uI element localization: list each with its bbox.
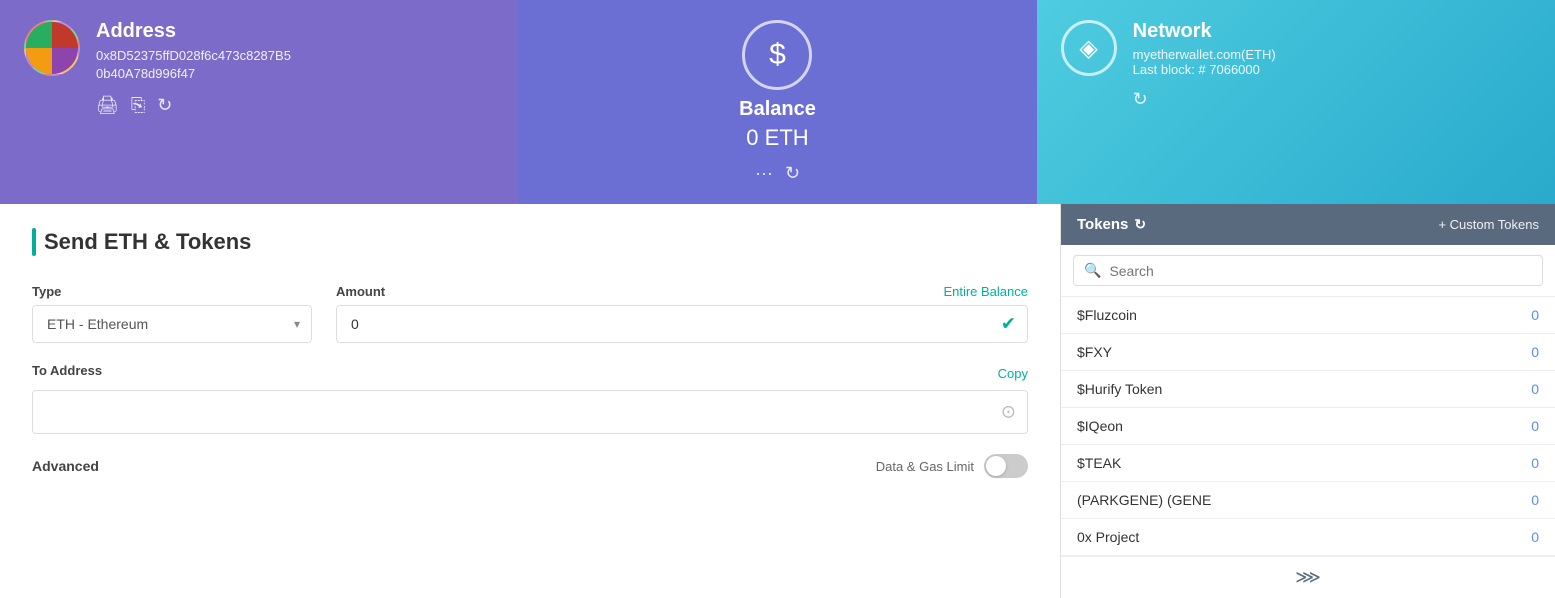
token-name: $FXY xyxy=(1077,344,1112,360)
amount-label: Amount xyxy=(336,284,385,299)
token-balance: 0 xyxy=(1531,307,1539,323)
copy-address-link[interactable]: Copy xyxy=(998,366,1028,381)
address-field-icon: ⊙ xyxy=(1001,402,1016,423)
token-balance: 0 xyxy=(1531,455,1539,471)
avatar xyxy=(24,20,80,76)
network-url: myetherwallet.com(ETH) xyxy=(1133,47,1276,62)
tokens-panel: Tokens ↻ + Custom Tokens 🔍 $Fluzcoin 0 $… xyxy=(1061,204,1555,598)
token-name: (PARKGENE) (GENE xyxy=(1077,492,1211,508)
amount-input[interactable] xyxy=(336,305,1028,343)
amount-field-group: Amount Entire Balance ✔ xyxy=(336,284,1028,343)
token-list-item[interactable]: $Hurify Token 0 xyxy=(1061,371,1555,408)
tokens-list: $Fluzcoin 0 $FXY 0 $Hurify Token 0 $IQeo… xyxy=(1061,297,1555,556)
to-address-group: To Address Copy ⊙ xyxy=(32,363,1028,434)
refresh-address-icon[interactable]: ↻ xyxy=(157,95,172,116)
type-select[interactable]: ETH - Ethereum xyxy=(32,305,312,343)
token-list-item[interactable]: $TEAK 0 xyxy=(1061,445,1555,482)
token-list-item[interactable]: $IQeon 0 xyxy=(1061,408,1555,445)
tokens-search-wrapper: 🔍 xyxy=(1061,245,1555,297)
refresh-network-icon[interactable]: ↻ xyxy=(1133,89,1148,109)
token-balance: 0 xyxy=(1531,418,1539,434)
more-options-icon[interactable]: ··· xyxy=(755,163,773,184)
token-list-item[interactable]: 0x Project 0 xyxy=(1061,519,1555,556)
type-select-wrapper: ETH - Ethereum ▾ xyxy=(32,305,312,343)
token-list-item[interactable]: $FXY 0 xyxy=(1061,334,1555,371)
type-label: Type xyxy=(32,284,312,299)
address-line1: 0x8D52375ffD028f6c473c8287B5 xyxy=(96,47,291,65)
ethereum-icon: ◈ xyxy=(1079,34,1097,63)
token-name: $Hurify Token xyxy=(1077,381,1162,397)
tokens-header: Tokens ↻ + Custom Tokens xyxy=(1061,204,1555,245)
tokens-title-group: Tokens ↻ xyxy=(1077,216,1146,233)
refresh-balance-icon[interactable]: ↻ xyxy=(785,163,800,184)
to-address-label: To Address xyxy=(32,363,102,378)
tokens-title-text: Tokens xyxy=(1077,216,1128,233)
to-address-input[interactable] xyxy=(32,390,1028,434)
title-accent-bar xyxy=(32,228,36,256)
gas-limit-toggle[interactable] xyxy=(984,454,1028,478)
amount-input-wrapper: ✔ xyxy=(336,305,1028,343)
gas-limit-label: Data & Gas Limit xyxy=(876,459,974,474)
toggle-knob xyxy=(986,456,1006,476)
address-card: Address 0x8D52375ffD028f6c473c8287B5 0b4… xyxy=(0,0,518,204)
token-balance: 0 xyxy=(1531,381,1539,397)
token-name: $Fluzcoin xyxy=(1077,307,1137,323)
network-logo-circle: ◈ xyxy=(1061,20,1117,76)
search-input[interactable] xyxy=(1109,263,1532,279)
send-panel: Send ETH & Tokens Type ETH - Ethereum ▾ … xyxy=(0,204,1061,598)
tokens-refresh-icon[interactable]: ↻ xyxy=(1134,216,1146,233)
balance-icon-circle: $ xyxy=(742,20,812,90)
balance-card: $ Balance 0 ETH ··· ↻ xyxy=(518,0,1036,204)
address-card-title: Address xyxy=(96,20,291,43)
token-balance: 0 xyxy=(1531,344,1539,360)
print-icon[interactable]: 🖨 xyxy=(96,95,119,116)
custom-tokens-link[interactable]: + Custom Tokens xyxy=(1438,217,1539,232)
to-address-input-wrapper: ⊙ xyxy=(32,390,1028,434)
address-line2: 0b40A78d996f47 xyxy=(96,65,291,83)
token-name: 0x Project xyxy=(1077,529,1139,545)
network-info: Network myetherwallet.com(ETH) Last bloc… xyxy=(1133,20,1276,77)
type-field-group: Type ETH - Ethereum ▾ xyxy=(32,284,312,343)
token-list-item[interactable]: $Fluzcoin 0 xyxy=(1061,297,1555,334)
token-balance: 0 xyxy=(1531,492,1539,508)
token-list-item[interactable]: (PARKGENE) (GENE 0 xyxy=(1061,482,1555,519)
copy-address-icon[interactable]: ⎘ xyxy=(131,95,145,116)
token-balance: 0 xyxy=(1531,529,1539,545)
entire-balance-link[interactable]: Entire Balance xyxy=(943,284,1028,299)
address-info: Address 0x8D52375ffD028f6c473c8287B5 0b4… xyxy=(96,20,291,83)
send-panel-title: Send ETH & Tokens xyxy=(44,229,251,255)
gas-limit-wrapper: Data & Gas Limit xyxy=(876,454,1028,478)
tokens-footer: ⋙ xyxy=(1061,556,1555,598)
scroll-down-icon[interactable]: ⋙ xyxy=(1295,567,1321,588)
token-name: $IQeon xyxy=(1077,418,1123,434)
network-card: ◈ Network myetherwallet.com(ETH) Last bl… xyxy=(1037,0,1555,204)
advanced-label: Advanced xyxy=(32,458,99,474)
amount-valid-icon: ✔ xyxy=(1001,314,1016,335)
token-name: $TEAK xyxy=(1077,455,1121,471)
network-card-title: Network xyxy=(1133,20,1276,43)
network-last-block: Last block: # 7066000 xyxy=(1133,62,1276,77)
balance-value: 0 ETH xyxy=(746,125,808,151)
search-icon: 🔍 xyxy=(1084,262,1101,279)
advanced-row: Advanced Data & Gas Limit xyxy=(32,454,1028,478)
dollar-icon: $ xyxy=(769,38,786,72)
balance-card-title: Balance xyxy=(739,98,816,121)
